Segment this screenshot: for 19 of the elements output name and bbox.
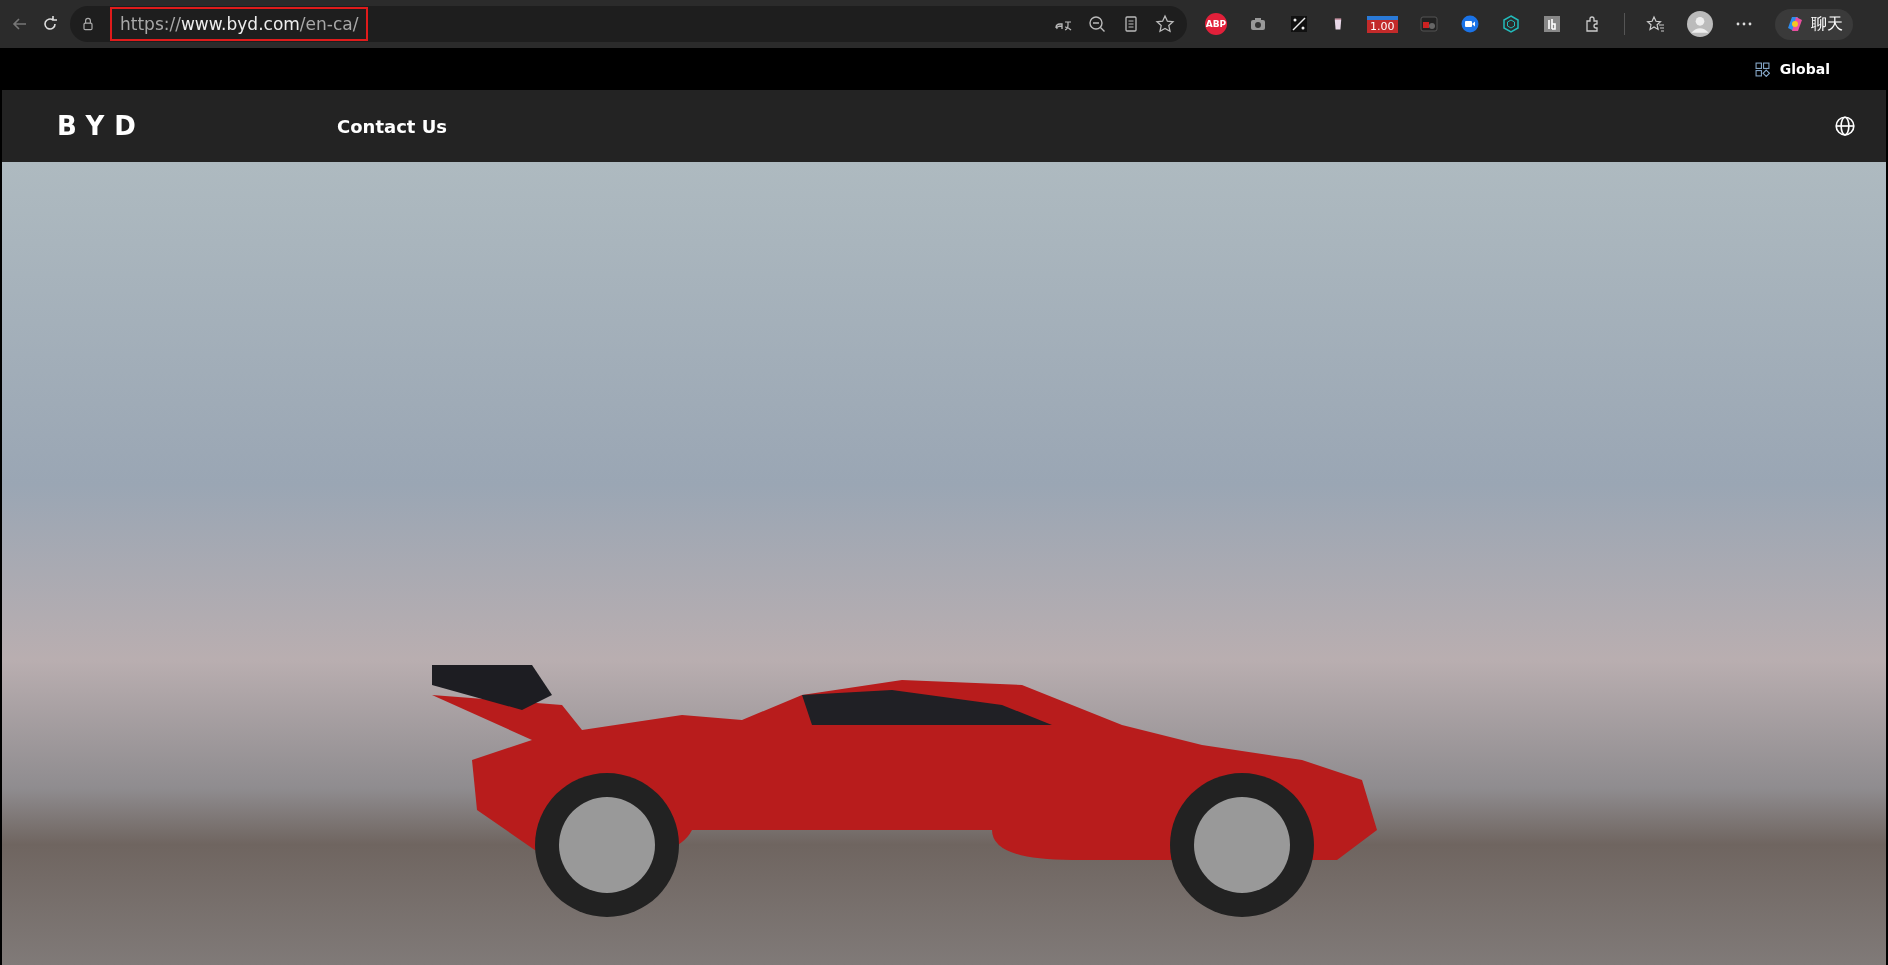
favorites-icon[interactable] <box>1645 14 1666 34</box>
globe-icon[interactable] <box>1834 115 1856 137</box>
url-text: https://www.byd.com/en-ca/ <box>110 7 369 41</box>
profile-avatar-icon[interactable] <box>1686 11 1713 37</box>
zoom-out-icon[interactable] <box>1087 14 1107 34</box>
hexagon-extension-icon[interactable] <box>1500 14 1521 34</box>
nav-link[interactable]: Contact Us <box>337 115 447 137</box>
lock-icon[interactable] <box>80 16 96 32</box>
brand-logo[interactable]: BYD <box>57 111 337 141</box>
star-icon[interactable] <box>1155 14 1175 34</box>
speed-extension-badge[interactable]: 1.00 <box>1367 15 1398 33</box>
chat-button[interactable]: 聊天 <box>1774 8 1853 40</box>
square-extension-icon[interactable] <box>1541 14 1562 34</box>
address-bar[interactable]: https://www.byd.com/en-ca/ <box>70 6 1187 42</box>
region-selector-link[interactable]: Global <box>1754 61 1830 77</box>
video-extension-icon[interactable] <box>1459 14 1480 34</box>
adblock-extension-icon[interactable]: ABP <box>1205 13 1227 35</box>
record-extension-icon[interactable] <box>1418 14 1439 34</box>
grid-icon <box>1754 61 1770 77</box>
